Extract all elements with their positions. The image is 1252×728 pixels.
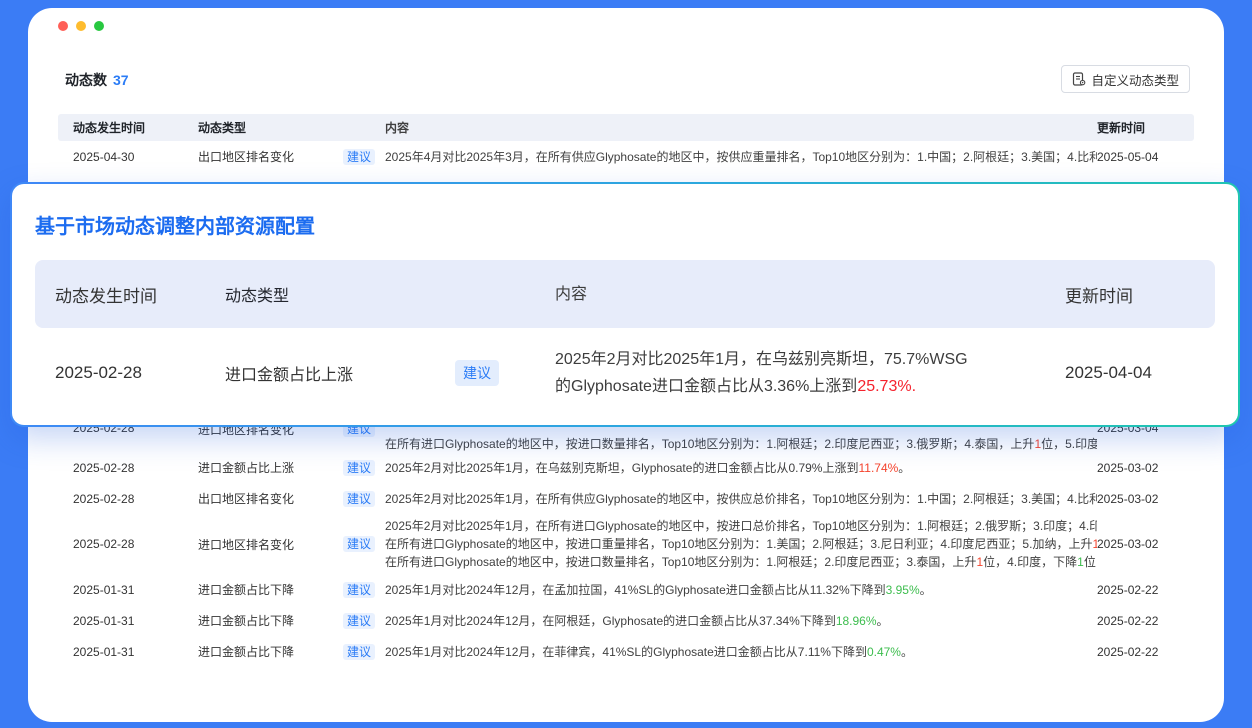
minimize-dot-icon[interactable] xyxy=(76,21,86,31)
cell-updated: 2025-05-04 xyxy=(1097,150,1179,164)
table-row[interactable]: 2025-02-28出口地区排名变化建议 2025年2月对比2025年1月，在所有… xyxy=(58,483,1194,514)
customize-dynamic-type-label: 自定义动态类型 xyxy=(1091,70,1179,89)
table-row[interactable]: 2025-04-30出口地区排名变化建议 2025年4月对比2025年3月，在所有… xyxy=(58,141,1194,172)
callout-table-header: 动态发生时间 动态类型 内容 更新时间 xyxy=(35,260,1215,328)
cell-date: 2025-01-31 xyxy=(73,614,198,628)
content-line: 2025年2月对比2025年1月，在乌兹别克斯坦，Glyphosate的进口金额… xyxy=(385,460,1097,476)
cell-updated: 2025-03-02 xyxy=(1097,461,1179,475)
content-line: 2025年1月对比2024年12月，在菲律宾，41%SL的Glyphosate进… xyxy=(385,644,1097,660)
content-line: 2025年1月对比2024年12月，在孟加拉国，41%SL的Glyphosate… xyxy=(385,582,1097,598)
cell-date: 2025-01-31 xyxy=(73,583,198,597)
cell-updated: 2025-03-02 xyxy=(1097,537,1179,551)
callout-column-content: 内容 xyxy=(555,281,1045,308)
document-gear-icon xyxy=(1072,72,1086,86)
suggestion-tag[interactable]: 建议 xyxy=(343,613,375,629)
cell-content: 2025年2月对比2025年1月，在所有进口Glyphosate的地区中，按进口… xyxy=(385,514,1097,574)
cell-content: 2025年4月对比2025年3月，在所有供应Glyphosate的地区中，按供应… xyxy=(385,149,1097,165)
cell-content: 2025年1月对比2024年12月，在孟加拉国，41%SL的Glyphosate… xyxy=(385,582,1097,598)
callout-title: 基于市场动态调整内部资源配置 xyxy=(35,210,315,239)
table-row[interactable]: 2025-02-28进口地区排名变化建议 2025年2月对比2025年1月，在所有… xyxy=(58,514,1194,574)
cell-content: 2025年1月对比2024年12月，在菲律宾，41%SL的Glyphosate进… xyxy=(385,644,1097,660)
table-row[interactable]: 2025-02-28进口金额占比上涨建议 2025年2月对比2025年1月，在乌兹… xyxy=(58,452,1194,483)
callout-cell-updated: 2025-04-04 xyxy=(1045,363,1195,383)
column-header-type: 动态类型 xyxy=(198,119,385,136)
cell-tag: 建议 xyxy=(343,460,385,476)
highlight-callout-body: 基于市场动态调整内部资源配置 动态发生时间 动态类型 内容 更新时间 2025-… xyxy=(12,184,1238,425)
callout-row[interactable]: 2025-02-28 进口金额占比上涨 建议 2025年2月对比2025年1月，… xyxy=(35,332,1215,414)
suggestion-tag[interactable]: 建议 xyxy=(455,360,499,386)
content-line: 在所有进口Glyphosate的地区中，按进口数量排名，Top10地区分别为：1… xyxy=(385,553,1097,571)
content-line: 2025年2月对比2025年1月，在所有进口Glyphosate的地区中，按进口… xyxy=(385,517,1097,535)
content-line: 在所有进口Glyphosate的地区中，按进口重量排名，Top10地区分别为：1… xyxy=(385,535,1097,553)
dynamics-count-label: 动态数 xyxy=(65,70,107,90)
callout-column-type: 动态类型 xyxy=(225,282,555,306)
cell-tag: 建议 xyxy=(343,536,385,552)
cell-updated: 2025-03-02 xyxy=(1097,492,1179,506)
callout-cell-date: 2025-02-28 xyxy=(55,363,225,383)
cell-tag: 建议 xyxy=(343,582,385,598)
window-controls xyxy=(58,21,104,31)
suggestion-tag[interactable]: 建议 xyxy=(343,491,375,507)
suggestion-tag[interactable]: 建议 xyxy=(343,536,375,552)
cell-content: 2025年1月对比2024年12月，在阿根廷，Glyphosate的进口金额占比… xyxy=(385,613,1097,629)
cell-type: 进口金额占比下降 xyxy=(198,612,343,629)
cell-updated: 2025-02-22 xyxy=(1097,645,1179,659)
cell-type: 进口地区排名变化 xyxy=(198,536,343,553)
dynamics-count-value: 37 xyxy=(113,72,129,88)
cell-updated: 2025-02-22 xyxy=(1097,583,1179,597)
table-header: 动态发生时间 动态类型 内容 更新时间 xyxy=(58,114,1194,141)
cell-type: 出口地区排名变化 xyxy=(198,490,343,507)
cell-date: 2025-01-31 xyxy=(73,645,198,659)
close-dot-icon[interactable] xyxy=(58,21,68,31)
cell-type: 进口金额占比下降 xyxy=(198,643,343,660)
content-line: 的Glyphosate进口金额占比从3.36%上涨到25.73%. xyxy=(555,373,1045,400)
maximize-dot-icon[interactable] xyxy=(94,21,104,31)
cell-content: 2025年2月对比2025年1月，在所有供应Glyphosate的地区中，按供应… xyxy=(385,491,1097,507)
cell-type: 出口地区排名变化 xyxy=(198,148,343,165)
customize-dynamic-type-button[interactable]: 自定义动态类型 xyxy=(1061,65,1190,93)
cell-date: 2025-04-30 xyxy=(73,150,198,164)
cell-type: 进口金额占比上涨 xyxy=(198,459,343,476)
cell-updated: 2025-02-22 xyxy=(1097,614,1179,628)
cell-content: 2025年2月对比2025年1月，在乌兹别克斯坦，Glyphosate的进口金额… xyxy=(385,460,1097,476)
dynamics-count: 动态数 37 xyxy=(65,70,129,90)
table-row[interactable]: 2025-01-31进口金额占比下降建议 2025年1月对比2024年12月，在阿… xyxy=(58,605,1194,636)
cell-date: 2025-02-28 xyxy=(73,537,198,551)
content-line: 2025年1月对比2024年12月，在阿根廷，Glyphosate的进口金额占比… xyxy=(385,613,1097,629)
callout-cell-content: 2025年2月对比2025年1月，在乌兹别亮斯坦，75.7%WSG的Glypho… xyxy=(555,346,1045,400)
cell-tag: 建议 xyxy=(343,613,385,629)
suggestion-tag[interactable]: 建议 xyxy=(343,582,375,598)
cell-tag: 建议 xyxy=(343,149,385,165)
column-header-updated: 更新时间 xyxy=(1097,119,1179,136)
table-row[interactable]: 2025-01-31进口金额占比下降建议 2025年1月对比2024年12月，在孟… xyxy=(58,574,1194,605)
cell-tag: 建议 xyxy=(343,644,385,660)
highlight-callout: 基于市场动态调整内部资源配置 动态发生时间 动态类型 内容 更新时间 2025-… xyxy=(10,182,1240,427)
content-line: 2025年2月对比2025年1月，在乌兹别亮斯坦，75.7%WSG xyxy=(555,346,1045,373)
content-line: 2025年4月对比2025年3月，在所有供应Glyphosate的地区中，按供应… xyxy=(385,149,1097,165)
callout-column-date: 动态发生时间 xyxy=(55,282,225,307)
cell-date: 2025-02-28 xyxy=(73,492,198,506)
table-row[interactable]: 2025-01-31进口金额占比下降建议 2025年1月对比2024年12月，在菲… xyxy=(58,636,1194,667)
cell-date: 2025-02-28 xyxy=(73,461,198,475)
callout-cell-type: 进口金额占比上涨 xyxy=(225,361,455,385)
suggestion-tag[interactable]: 建议 xyxy=(343,644,375,660)
callout-column-updated: 更新时间 xyxy=(1045,282,1195,307)
column-header-date: 动态发生时间 xyxy=(73,119,198,136)
content-line: 2025年2月对比2025年1月，在所有供应Glyphosate的地区中，按供应… xyxy=(385,491,1097,507)
suggestion-tag[interactable]: 建议 xyxy=(343,460,375,476)
cell-tag: 建议 xyxy=(343,491,385,507)
suggestion-tag[interactable]: 建议 xyxy=(343,149,375,165)
column-header-content: 内容 xyxy=(385,119,1097,136)
cell-type: 进口金额占比下降 xyxy=(198,581,343,598)
